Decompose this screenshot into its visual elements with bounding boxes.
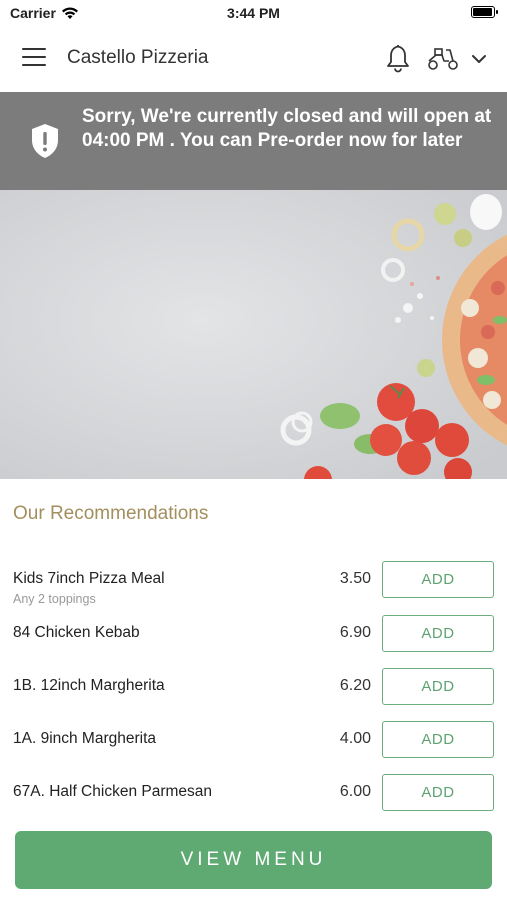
item-price: 6.00 bbox=[339, 783, 371, 800]
add-button[interactable]: ADD bbox=[382, 561, 494, 598]
item-subtitle: Any 2 toppings bbox=[13, 592, 96, 606]
item-name: 1B. 12inch Margherita bbox=[13, 677, 165, 694]
shield-alert-icon bbox=[32, 124, 58, 158]
menu-item: 1A. 9inch Margherita 4.00 ADD bbox=[0, 721, 507, 780]
menu-item: Kids 7inch Pizza Meal Any 2 toppings 3.5… bbox=[0, 561, 507, 620]
item-price: 3.50 bbox=[339, 570, 371, 587]
recommendations-title: Our Recommendations bbox=[13, 503, 209, 524]
hero-image bbox=[0, 190, 507, 479]
battery-icon bbox=[471, 6, 498, 18]
battery-fill bbox=[473, 8, 492, 16]
status-time: 3:44 PM bbox=[227, 5, 280, 21]
hamburger-menu-icon[interactable] bbox=[22, 48, 46, 68]
item-name: Kids 7inch Pizza Meal bbox=[13, 570, 165, 587]
restaurant-title: Castello Pizzeria bbox=[67, 47, 209, 68]
add-button[interactable]: ADD bbox=[382, 721, 494, 758]
item-name: 84 Chicken Kebab bbox=[13, 624, 140, 641]
closed-message: Sorry, We're currently closed and will o… bbox=[82, 106, 492, 151]
menu-item: 84 Chicken Kebab 6.90 ADD bbox=[0, 615, 507, 674]
closed-banner: Sorry, We're currently closed and will o… bbox=[0, 92, 507, 190]
item-price: 6.90 bbox=[339, 624, 371, 641]
item-name: 67A. Half Chicken Parmesan bbox=[13, 783, 213, 800]
bell-icon[interactable] bbox=[385, 43, 411, 73]
add-button[interactable]: ADD bbox=[382, 668, 494, 705]
item-price: 4.00 bbox=[339, 730, 371, 747]
view-menu-button[interactable]: VIEW MENU bbox=[15, 831, 492, 889]
scooter-icon[interactable] bbox=[426, 46, 460, 72]
add-button[interactable]: ADD bbox=[382, 615, 494, 652]
item-name: 1A. 9inch Margherita bbox=[13, 730, 157, 747]
chevron-down-icon[interactable] bbox=[470, 50, 488, 68]
item-price: 6.20 bbox=[339, 677, 371, 694]
add-button[interactable]: ADD bbox=[382, 774, 494, 811]
status-bar: Carrier 3:44 PM bbox=[0, 0, 507, 26]
app-header: Castello Pizzeria bbox=[0, 26, 507, 92]
menu-item: 67A. Half Chicken Parmesan 6.00 ADD bbox=[0, 774, 507, 833]
menu-item: 1B. 12inch Margherita 6.20 ADD bbox=[0, 668, 507, 727]
